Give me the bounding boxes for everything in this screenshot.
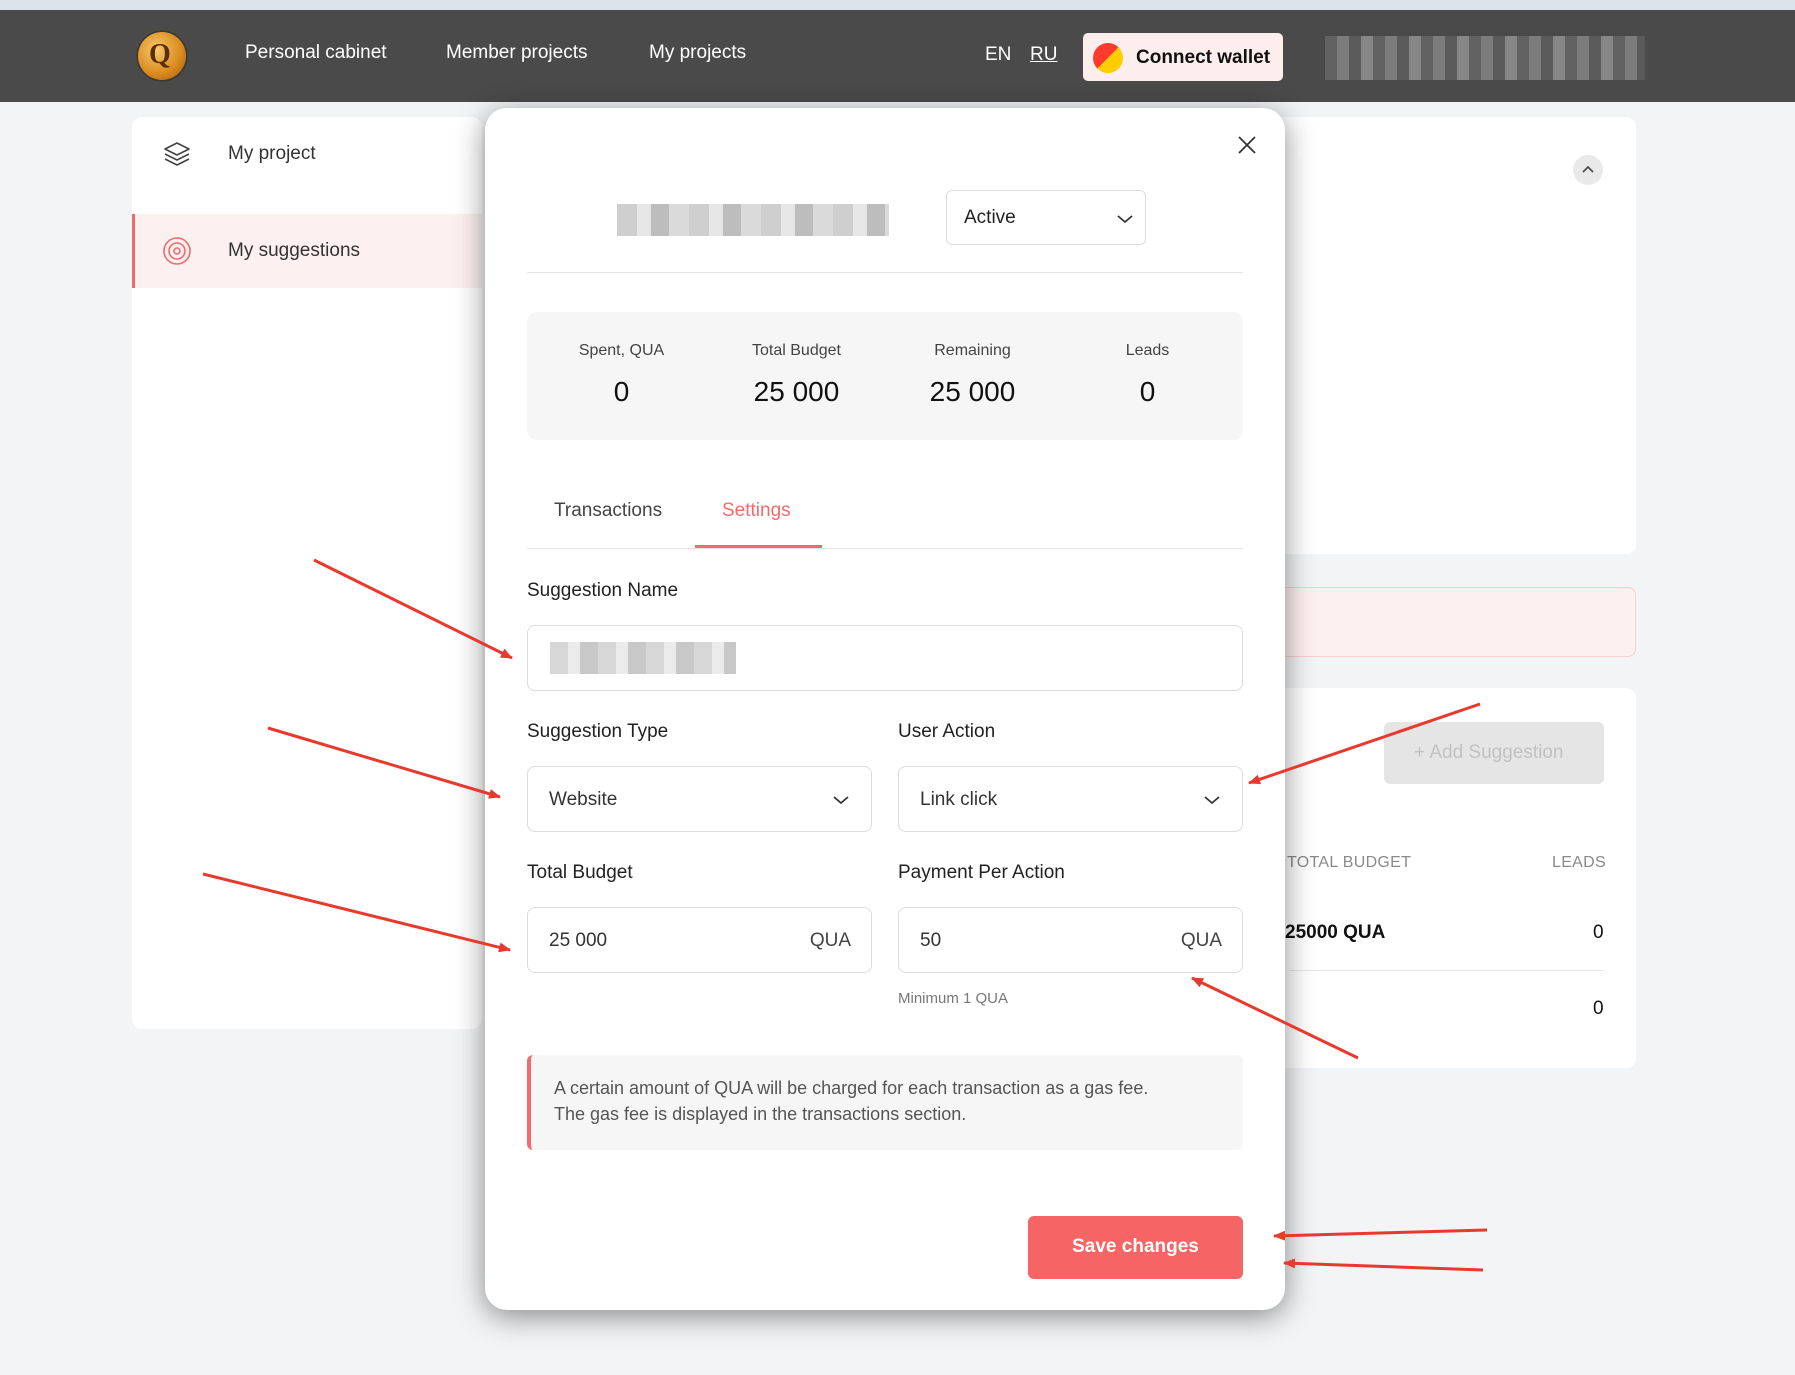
status-value: Active [964,207,1016,228]
user-action-select[interactable]: Link click [898,766,1243,832]
logo[interactable]: Q [136,30,188,82]
gas-fee-note-line: The gas fee is displayed in the transact… [554,1104,967,1124]
tabs-divider [527,548,1243,549]
top-strip [0,0,1795,10]
tab-transactions[interactable]: Transactions [554,500,662,522]
table-cell-budget: 25000 QUA [1285,922,1386,943]
sidebar-item-my-suggestions[interactable]: My suggestions [132,214,482,288]
nav-my-projects[interactable]: My projects [649,42,746,64]
sidebar-item-label: My suggestions [228,240,361,261]
arrow-to-save-button [1273,1228,1488,1241]
payment-per-action-unit: QUA [1180,930,1222,951]
gas-fee-note-line: A certain amount of QUA will be charged … [554,1078,1149,1098]
stat-label: Leads [1125,342,1170,359]
stat-value: 0 [613,376,630,407]
close-icon[interactable] [1232,130,1262,160]
stat-spent: Spent, QUA 0 [534,342,709,408]
connect-wallet-button[interactable]: Connect wallet [1083,33,1283,81]
user-action-label: User Action [898,721,996,742]
arrow-to-save-button [1283,1258,1484,1272]
payment-per-action-input[interactable]: 50 QUA [898,907,1243,973]
status-select[interactable]: Active [946,190,1146,245]
lang-ru[interactable]: RU [1030,44,1057,66]
stat-remaining: Remaining 25 000 [885,342,1060,408]
nav-member-projects[interactable]: Member projects [446,42,588,64]
chevron-down-icon [833,796,849,805]
total-budget-input[interactable]: 25 000 QUA [527,907,872,973]
total-budget-value: 25 000 [549,930,608,951]
payment-per-action-label: Payment Per Action [898,862,1065,883]
suggestion-title-blurred [617,204,889,236]
tab-active-indicator [695,545,822,548]
user-account-blurred[interactable] [1325,36,1645,80]
logo-letter: Q [149,39,171,70]
add-suggestion-button[interactable]: + Add Suggestion [1384,722,1604,784]
suggestion-type-select[interactable]: Website [527,766,872,832]
stat-label: Spent, QUA [578,342,665,359]
sidebar-item-label: My project [228,143,316,164]
chevron-up-icon [1582,165,1594,173]
user-action-value: Link click [920,789,998,810]
total-budget-label: Total Budget [527,862,633,883]
header-divider [527,272,1243,273]
sidebar-item-my-project[interactable]: My project [132,117,482,191]
stat-total-budget: Total Budget 25 000 [709,342,884,408]
gas-fee-note: A certain amount of QUA will be charged … [527,1055,1243,1150]
stat-label: Total Budget [752,342,841,359]
wallet-icon [1093,43,1123,73]
suggestion-modal: Active Spent, QUA 0 Total Budget 25 000 … [485,108,1285,1310]
payment-per-action-value: 50 [920,930,942,951]
table-header-leads: LEADS [1552,854,1606,871]
stat-value: 25 000 [929,376,1016,407]
connect-wallet-label: Connect wallet [1136,47,1271,68]
alert-bar [1270,587,1636,657]
add-suggestion-label: + Add Suggestion [1414,742,1564,763]
stats-summary: Spent, QUA 0 Total Budget 25 000 Remaini… [527,312,1243,440]
suggestion-type-label: Suggestion Type [527,721,669,742]
table-cell-leads: 0 [1593,998,1604,1019]
total-budget-unit: QUA [809,930,851,951]
stat-value: 0 [1139,376,1156,407]
payment-hint: Minimum 1 QUA [898,990,1009,1007]
table-row-divider [1290,970,1604,971]
suggestion-name-value-blurred [550,642,736,674]
lang-en[interactable]: EN [985,44,1011,66]
table-header-total-budget: TOTAL BUDGET [1287,854,1412,871]
collapse-button[interactable] [1573,155,1603,185]
stat-label: Remaining [934,342,1011,359]
suggestion-name-label: Suggestion Name [527,580,679,601]
tab-settings[interactable]: Settings [722,500,791,522]
save-changes-button[interactable]: Save changes [1028,1216,1243,1279]
suggestion-name-input[interactable] [527,625,1243,691]
table-cell-leads: 0 [1593,922,1604,943]
nav-personal-cabinet[interactable]: Personal cabinet [245,42,387,64]
chevron-down-icon [1204,796,1220,805]
chevron-down-icon [1117,215,1133,224]
layers-icon [164,142,190,166]
stat-value: 25 000 [753,376,840,407]
save-changes-label: Save changes [1072,1236,1199,1257]
stat-leads: Leads 0 [1060,342,1235,408]
navbar: Q Personal cabinet Member projects My pr… [0,10,1795,102]
suggestion-type-value: Website [549,789,618,810]
sidebar: My project My suggestions [132,117,482,1029]
target-icon [163,237,191,265]
